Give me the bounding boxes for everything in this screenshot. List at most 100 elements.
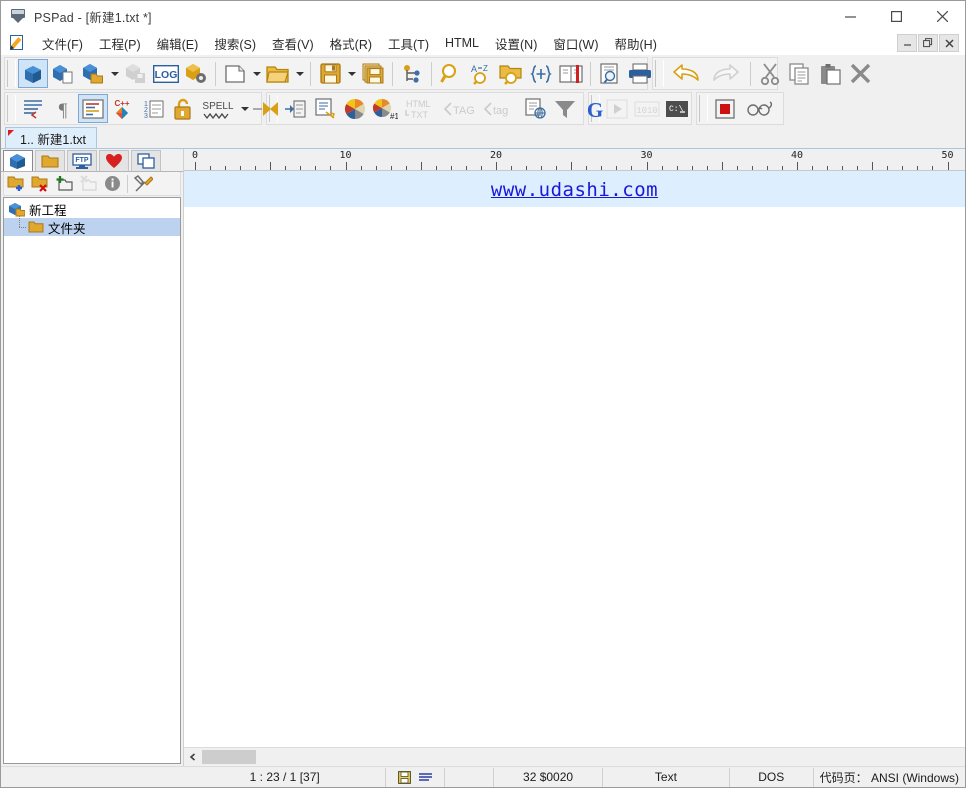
project-tree[interactable]: 新工程 文件夹 bbox=[3, 197, 181, 764]
indent-button[interactable] bbox=[280, 94, 310, 123]
console-button[interactable]: C:\ bbox=[662, 94, 692, 123]
find-button[interactable] bbox=[436, 59, 466, 88]
file-save-all-button[interactable] bbox=[358, 59, 388, 88]
menu-help[interactable]: 帮助(H) bbox=[607, 31, 665, 56]
color-palette-button[interactable]: #10 bbox=[370, 94, 400, 123]
project-log-button[interactable]: LOG bbox=[151, 59, 181, 88]
project-open-button[interactable] bbox=[48, 59, 78, 88]
toolbar-grip[interactable] bbox=[655, 60, 664, 87]
mdi-close-button[interactable] bbox=[939, 34, 959, 52]
tab-windows[interactable] bbox=[131, 150, 161, 171]
tree-node-folder[interactable]: 文件夹 bbox=[4, 216, 180, 236]
remove-file-button[interactable] bbox=[76, 173, 100, 195]
print-preview-button[interactable] bbox=[595, 59, 625, 88]
close-button[interactable] bbox=[919, 1, 965, 31]
pin-button[interactable] bbox=[251, 94, 281, 123]
tag-lower-button[interactable]: tag bbox=[480, 94, 520, 123]
cut-button[interactable] bbox=[755, 59, 785, 88]
html-to-text-button[interactable]: HTML TXT bbox=[400, 94, 440, 123]
maximize-button[interactable] bbox=[873, 1, 919, 31]
replace-button[interactable]: A Z bbox=[466, 59, 496, 88]
format-code-button[interactable] bbox=[310, 94, 340, 123]
menu-format[interactable]: 格式(R) bbox=[322, 31, 380, 56]
tab-explorer[interactable] bbox=[35, 150, 65, 171]
redo-button[interactable] bbox=[706, 59, 746, 88]
text-editor[interactable]: www.udashi.com bbox=[184, 171, 965, 747]
menu-settings[interactable]: 设置(N) bbox=[487, 31, 545, 56]
file-new-dropdown[interactable] bbox=[250, 59, 263, 88]
menu-project[interactable]: 工程(P) bbox=[91, 31, 149, 56]
project-recent-dropdown[interactable] bbox=[108, 59, 121, 88]
syntax-highlight-button[interactable] bbox=[78, 94, 108, 123]
status-syntax-mode[interactable]: Text bbox=[603, 767, 730, 787]
menu-file[interactable]: 文件(F) bbox=[34, 31, 91, 56]
project-save-button[interactable] bbox=[121, 59, 151, 88]
project-tools-button[interactable] bbox=[131, 173, 155, 195]
regex-button[interactable] bbox=[526, 59, 556, 88]
menu-view[interactable]: 查看(V) bbox=[264, 31, 322, 56]
tree-node-root[interactable]: 新工程 bbox=[4, 200, 180, 218]
syntax-mode-button[interactable]: C++ bbox=[108, 94, 138, 123]
svg-text:#10: #10 bbox=[390, 112, 398, 120]
file-save-button[interactable] bbox=[315, 59, 345, 88]
mdi-minimize-button[interactable] bbox=[897, 34, 917, 52]
file-open-dropdown[interactable] bbox=[293, 59, 306, 88]
filter-button[interactable] bbox=[550, 94, 580, 123]
undo-button[interactable] bbox=[666, 59, 706, 88]
toolbar-grip[interactable] bbox=[699, 95, 708, 122]
menu-search[interactable]: 搜索(S) bbox=[206, 31, 264, 56]
ruler-tick-minor bbox=[766, 166, 768, 170]
menu-edit[interactable]: 编辑(E) bbox=[149, 31, 207, 56]
tag-upper-button[interactable]: TAG bbox=[440, 94, 480, 123]
spell-check-button[interactable]: SPELL bbox=[198, 94, 238, 123]
add-file-button[interactable] bbox=[52, 173, 76, 195]
preview-web-button[interactable] bbox=[520, 94, 550, 123]
project-info-button[interactable] bbox=[100, 173, 124, 195]
minimize-button[interactable] bbox=[827, 1, 873, 31]
project-new-button[interactable] bbox=[18, 59, 48, 88]
chevron-left-icon[interactable] bbox=[184, 749, 201, 766]
color-picker-button[interactable] bbox=[340, 94, 370, 123]
readonly-lock-button[interactable] bbox=[168, 94, 198, 123]
menu-html[interactable]: HTML bbox=[437, 33, 487, 53]
stop-button[interactable] bbox=[710, 94, 740, 123]
file-save-dropdown[interactable] bbox=[345, 59, 358, 88]
window-controls bbox=[827, 1, 965, 31]
reading-mode-button[interactable] bbox=[740, 94, 780, 123]
find-in-files-button[interactable] bbox=[496, 59, 526, 88]
file-open-button[interactable] bbox=[263, 59, 293, 88]
file-compare-button[interactable] bbox=[397, 59, 427, 88]
status-line-ending[interactable]: DOS bbox=[730, 767, 814, 787]
toolbar-grip[interactable] bbox=[7, 60, 16, 87]
copy-button[interactable] bbox=[785, 59, 815, 88]
mdi-restore-button[interactable] bbox=[918, 34, 938, 52]
project-open-folder-button[interactable] bbox=[78, 59, 108, 88]
tab-project[interactable] bbox=[3, 150, 33, 171]
add-folder-button[interactable] bbox=[4, 173, 28, 195]
scrollbar-thumb[interactable] bbox=[202, 750, 256, 764]
status-codepage[interactable]: 代码页： ANSI (Windows) bbox=[814, 768, 965, 787]
document-tab[interactable]: 1.. 新建1.txt bbox=[5, 127, 97, 148]
tab-favorites[interactable] bbox=[99, 150, 129, 171]
svg-text:G: G bbox=[587, 98, 603, 120]
tab-ftp[interactable]: FTP bbox=[67, 150, 97, 171]
show-marks-button[interactable]: ¶ bbox=[48, 94, 78, 123]
ruler-label: 40 bbox=[790, 150, 804, 161]
paste-button[interactable] bbox=[815, 59, 845, 88]
print-button[interactable] bbox=[625, 59, 655, 88]
word-wrap-button[interactable] bbox=[18, 94, 48, 123]
hex-view-button[interactable]: 1010 bbox=[632, 94, 662, 123]
delete-button[interactable] bbox=[845, 59, 875, 88]
editor-line-1[interactable]: www.udashi.com bbox=[184, 179, 965, 201]
spell-check-dropdown[interactable] bbox=[238, 94, 251, 123]
bookmark-button[interactable] bbox=[556, 59, 586, 88]
line-numbers-button[interactable]: 1 2 3 bbox=[138, 94, 168, 123]
run-button[interactable] bbox=[602, 94, 632, 123]
menu-tools[interactable]: 工具(T) bbox=[380, 31, 437, 56]
file-new-button[interactable] bbox=[220, 59, 250, 88]
project-settings-button[interactable] bbox=[181, 59, 211, 88]
menu-window[interactable]: 窗口(W) bbox=[545, 31, 606, 56]
horizontal-scrollbar[interactable] bbox=[184, 747, 965, 766]
toolbar-grip[interactable] bbox=[7, 95, 16, 122]
remove-folder-button[interactable] bbox=[28, 173, 52, 195]
